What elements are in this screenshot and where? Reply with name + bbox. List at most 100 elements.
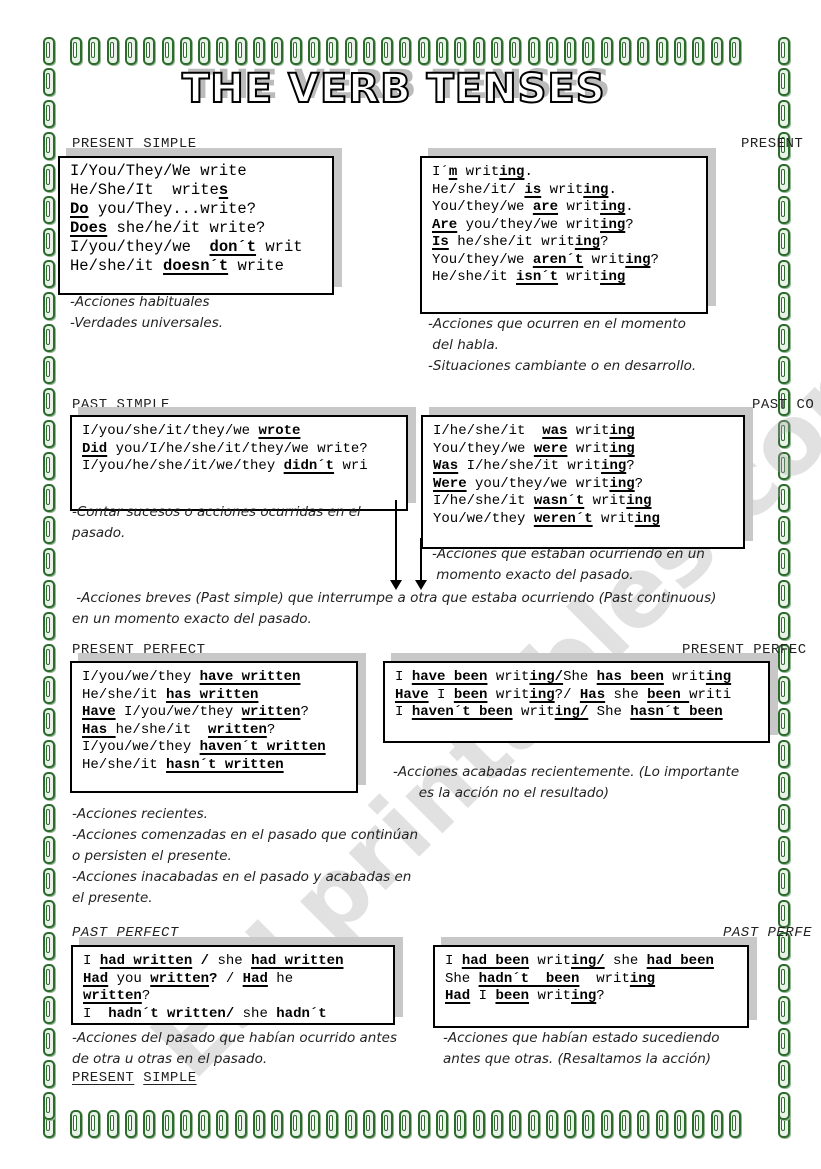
verb-highlight: Was xyxy=(433,458,459,474)
paperclip-icon xyxy=(43,708,55,736)
verb-highlight: was xyxy=(542,423,568,439)
verb-highlight: ing xyxy=(499,164,525,180)
verb-text: He/she/it/ xyxy=(432,181,525,198)
paperclip-icon xyxy=(43,196,55,224)
page-title: THE VERB TENSES xyxy=(181,65,606,113)
verb-text: She xyxy=(445,970,479,987)
paperclip-icon xyxy=(778,1092,790,1120)
paperclip-icon xyxy=(43,676,55,704)
usage-note: momento exacto del pasado. xyxy=(432,567,634,583)
verb-highlight: ing/ xyxy=(554,704,589,720)
paperclip-icon xyxy=(43,1028,55,1056)
verb-highlight: ing xyxy=(634,510,660,527)
paperclip-icon xyxy=(143,37,156,65)
verb-text: I xyxy=(83,953,100,969)
verb-text: wri xyxy=(334,458,368,474)
verb-text: ? xyxy=(625,216,634,233)
paperclip-icon xyxy=(381,1110,394,1138)
box-past-perfect-continuous: I had been writing/ she had been She hadn… xyxy=(433,945,749,1028)
paperclip-icon xyxy=(234,1110,247,1138)
verb-text: I´ xyxy=(432,164,449,180)
usage-note: o persisten el presente. xyxy=(72,848,232,864)
verb-text: I xyxy=(470,988,496,1004)
verb-highlight: Were xyxy=(433,475,467,492)
paperclip-icon xyxy=(582,37,595,65)
footer-link-word[interactable]: PRESENT xyxy=(72,1070,134,1086)
verb-text: writ xyxy=(529,988,572,1004)
paperclip-icon xyxy=(564,37,577,65)
conjugation-line: I/you/she/it/they/we wrote xyxy=(82,423,406,441)
usage-note: -Acciones del pasado que habían ocurrido… xyxy=(72,1030,397,1046)
verb-text: She xyxy=(563,669,597,685)
paperclip-icon xyxy=(778,100,790,128)
verb-text: writ xyxy=(457,164,500,180)
verb-highlight: is xyxy=(524,181,542,198)
verb-highlight: had been xyxy=(646,953,714,969)
paperclip-icon xyxy=(778,772,790,800)
paperclip-icon xyxy=(43,132,55,160)
verb-text: writ xyxy=(256,238,303,256)
verb-highlight: Had xyxy=(242,970,268,987)
usage-note: del habla. xyxy=(428,337,499,353)
paperclip-icon xyxy=(692,37,705,65)
verb-text: you/they/we writ xyxy=(466,475,610,492)
paperclip-icon xyxy=(778,37,790,65)
conjugation-line: I/you/they/we don´t writ xyxy=(70,238,332,257)
verb-text: you xyxy=(108,970,151,987)
conjugation-line: Had you written? / Had he xyxy=(83,971,393,989)
verb-text: ? xyxy=(626,458,635,474)
verb-text: He/she/it xyxy=(82,686,167,703)
verb-highlight: hasn´t been xyxy=(630,704,723,720)
usage-note: antes que otras. (Resaltamos la acción) xyxy=(443,1051,712,1067)
verb-highlight: ing xyxy=(571,988,597,1004)
footer-present-simple-link[interactable]: PRESENT SIMPLE xyxy=(72,1070,197,1086)
verb-text: You/they/we xyxy=(433,440,534,457)
paperclip-icon xyxy=(43,228,55,256)
conjugation-line: He/She/It writes xyxy=(70,181,332,200)
usage-note: -Acciones comenzadas en el pasado que co… xyxy=(72,827,419,843)
paperclip-icon xyxy=(43,644,55,672)
paperclip-icon xyxy=(88,1110,101,1138)
paperclip-icon xyxy=(637,37,650,65)
paperclip-icon xyxy=(253,37,265,65)
paperclip-icon xyxy=(289,37,302,65)
paperclip-icon xyxy=(778,228,790,256)
verb-text: . xyxy=(524,164,533,180)
verb-highlight: have written xyxy=(199,669,301,685)
verb-highlight: written xyxy=(150,970,210,987)
verb-highlight: ing xyxy=(574,234,601,250)
verb-highlight: Are xyxy=(432,216,458,233)
verb-text: ? xyxy=(634,475,644,492)
verb-highlight: ing xyxy=(600,216,626,233)
paperclip-icon xyxy=(43,388,55,416)
paperclip-icon xyxy=(43,964,55,992)
notes-past-perfect: -Acciones del pasado que habían ocurrido… xyxy=(72,1028,397,1070)
verb-text: writ xyxy=(579,970,630,987)
verb-text: writ xyxy=(529,953,572,969)
verb-highlight: has written xyxy=(166,686,259,703)
usage-note: de otra u otras en el pasado. xyxy=(72,1051,268,1067)
paperclip-icon xyxy=(381,37,394,65)
verb-text: You/they/we xyxy=(432,251,533,268)
notes-past-continuous: -Acciones que estaban ocurriendo en un m… xyxy=(432,544,705,586)
verb-highlight: Had xyxy=(445,988,471,1004)
paperclip-icon xyxy=(106,37,119,65)
paperclip-icon xyxy=(582,1110,595,1138)
verb-highlight: hadn´t xyxy=(276,1005,327,1022)
verb-highlight: ing xyxy=(609,440,635,457)
paperclip-icon xyxy=(43,772,55,800)
footer-link-word[interactable]: SIMPLE xyxy=(143,1070,196,1086)
paperclip-icon xyxy=(778,612,790,640)
usage-note: -Acciones breves (Past simple) que inter… xyxy=(72,590,717,606)
verb-text: writ xyxy=(512,704,555,720)
verb-text: I xyxy=(428,686,454,703)
verb-highlight: haven´t written xyxy=(199,739,326,755)
paperclip-icon xyxy=(43,324,55,352)
paperclip-icon xyxy=(778,548,790,576)
usage-note: en un momento exacto del pasado. xyxy=(72,611,312,627)
header-present-perfect-continuous: PRESENT PERFEC xyxy=(682,642,807,658)
verb-text: you/I/he/she/it/they/we write? xyxy=(107,440,368,457)
verb-text: I xyxy=(395,669,412,685)
conjugation-line: Do you/They...write? xyxy=(70,200,332,219)
verb-text: you/they/we writ xyxy=(457,216,601,233)
